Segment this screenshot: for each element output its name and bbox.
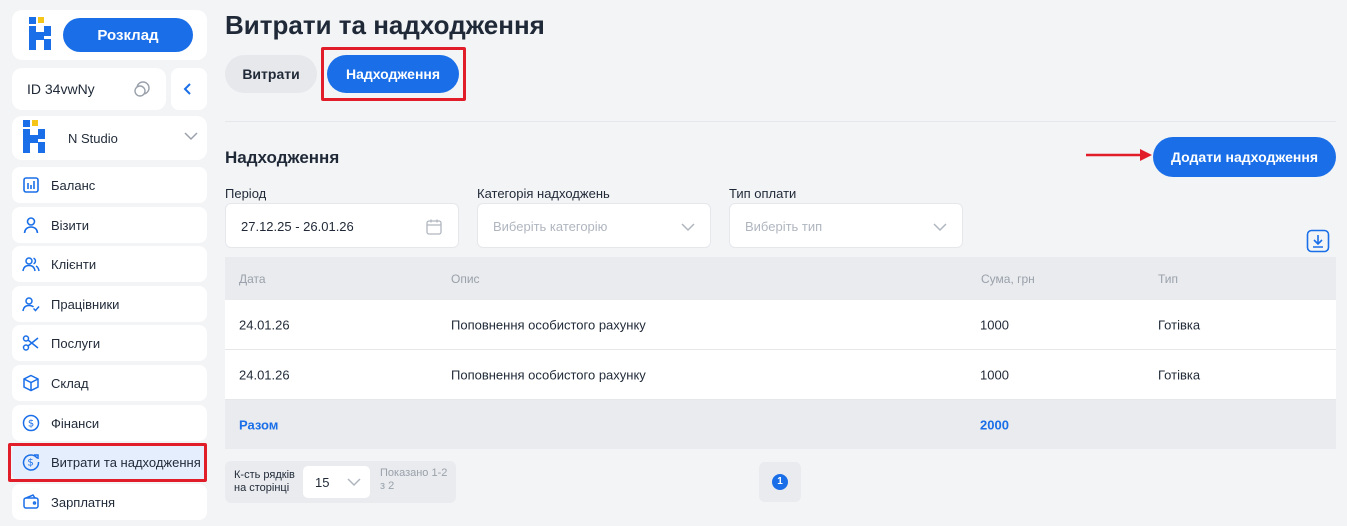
column-header-type[interactable]: Тип [1158,272,1178,286]
page-button-current[interactable]: 1 [772,474,788,490]
schedule-button[interactable]: Розклад [63,18,193,52]
logo-card: Розклад [12,10,207,60]
sidebar-item-finances[interactable]: $ Фінанси [12,404,207,441]
sidebar-item-balance[interactable]: Баланс [12,167,207,203]
scissors-icon [22,335,39,352]
rows-per-page-control: К-сть рядків на сторінці 15 Показано 1-2… [225,461,456,503]
page-title: Витрати та надходження [225,10,545,40]
sidebar-item-label: Візити [51,217,89,233]
purse-icon [23,493,39,509]
annotation-arrow-icon [1086,149,1152,161]
payment-type-label: Тип оплати [729,186,797,201]
cell-amount: 1000 [980,367,1009,382]
sidebar-item-warehouse[interactable]: Склад [12,364,207,401]
sidebar-item-label: Послуги [51,336,101,352]
chevron-down-icon [347,478,361,487]
cell-type: Готівка [1158,367,1201,382]
table-header: Дата Опис Сума, грн Тип [225,257,1336,300]
cell-date: 24.01.26 [239,367,290,382]
shown-count: Показано 1-2 з 2 [380,467,448,492]
wallet-icon [23,177,39,193]
app-logo[interactable] [26,17,58,53]
table-row[interactable]: 24.01.26 Поповнення особистого рахунку 1… [225,300,1336,350]
tab-income[interactable]: Надходження [327,55,459,93]
dollar-exchange-icon: $ [22,454,40,471]
sidebar-item-salary[interactable]: Зарплатня [12,483,207,520]
account-id-card: ID 34vwNy [12,68,166,110]
sidebar-item-label: Клієнти [51,257,97,273]
sidebar-item-label: Фінанси [51,415,100,431]
payment-type-placeholder: Виберіть тип [745,219,823,234]
add-income-button[interactable]: Додати надходження [1153,137,1336,177]
chevron-down-icon [933,223,947,232]
table-total-row: Разом 2000 [225,400,1336,449]
user-icon [23,216,39,233]
sidebar-item-expenses-income[interactable]: $ Витрати та надходження [12,444,207,481]
table-row[interactable]: 24.01.26 Поповнення особистого рахунку 1… [225,350,1336,400]
account-id: ID 34vwNy [27,81,95,97]
payment-type-select[interactable]: Виберіть тип [729,203,963,248]
chevron-down-icon [681,223,695,232]
sidebar-item-employees[interactable]: Працівники [12,285,207,322]
column-header-amount[interactable]: Сума, грн [981,272,1035,286]
rows-per-page-select[interactable]: 15 [303,466,370,498]
cell-date: 24.01.26 [239,317,290,332]
section-title: Надходження [225,148,340,167]
studio-name: N Studio [68,131,118,146]
category-placeholder: Виберіть категорію [493,219,608,234]
income-table: Дата Опис Сума, грн Тип 24.01.26 Поповне… [225,257,1336,449]
chevron-left-icon [183,83,191,95]
period-value: 27.12.25 - 26.01.26 [241,219,354,234]
sidebar-item-services[interactable]: Послуги [12,325,207,362]
chevron-down-icon [184,132,198,141]
sidebar-item-label: Баланс [51,178,96,193]
sidebar-item-label: Витрати та надходження [51,455,201,471]
rows-per-page-label: К-сть рядків на сторінці [234,469,295,494]
box-icon [23,374,39,392]
period-label: Період [225,186,267,201]
total-label: Разом [239,417,279,432]
sidebar-item-clients[interactable]: Клієнти [12,246,207,283]
sidebar-item-visits[interactable]: Візити [12,206,207,243]
sidebar-nav: Баланс Візити Клієнти Працівники Послуги… [12,167,207,523]
column-header-date[interactable]: Дата [239,272,266,286]
sidebar-item-label: Склад [51,375,89,391]
cell-description: Поповнення особистого рахунку [451,317,646,332]
copy-icon[interactable] [133,80,151,98]
pagination: 1 [759,462,801,502]
column-header-description[interactable]: Опис [451,272,480,286]
cell-amount: 1000 [980,317,1009,332]
download-icon[interactable] [1306,229,1330,253]
calendar-icon [426,219,442,235]
rows-per-page-value: 15 [315,475,330,490]
tab-expenses[interactable]: Витрати [225,55,317,93]
period-picker[interactable]: 27.12.25 - 26.01.26 [225,203,459,248]
cell-description: Поповнення особистого рахунку [451,367,646,382]
svg-text:$: $ [27,458,33,469]
user-check-icon [22,297,40,312]
sidebar-item-label: Зарплатня [51,494,116,510]
dollar-circle-icon: $ [22,414,40,431]
category-label: Категорія надходжень [477,186,610,201]
studio-selector[interactable]: N Studio [12,116,207,160]
cell-type: Готівка [1158,317,1201,332]
category-select[interactable]: Виберіть категорію [477,203,711,248]
total-amount: 2000 [980,417,1009,432]
svg-text:$: $ [28,418,34,429]
sidebar-item-label: Працівники [51,296,120,312]
divider [225,121,1336,122]
users-icon [22,257,40,272]
collapse-sidebar-button[interactable] [171,68,207,110]
studio-logo [23,120,45,153]
